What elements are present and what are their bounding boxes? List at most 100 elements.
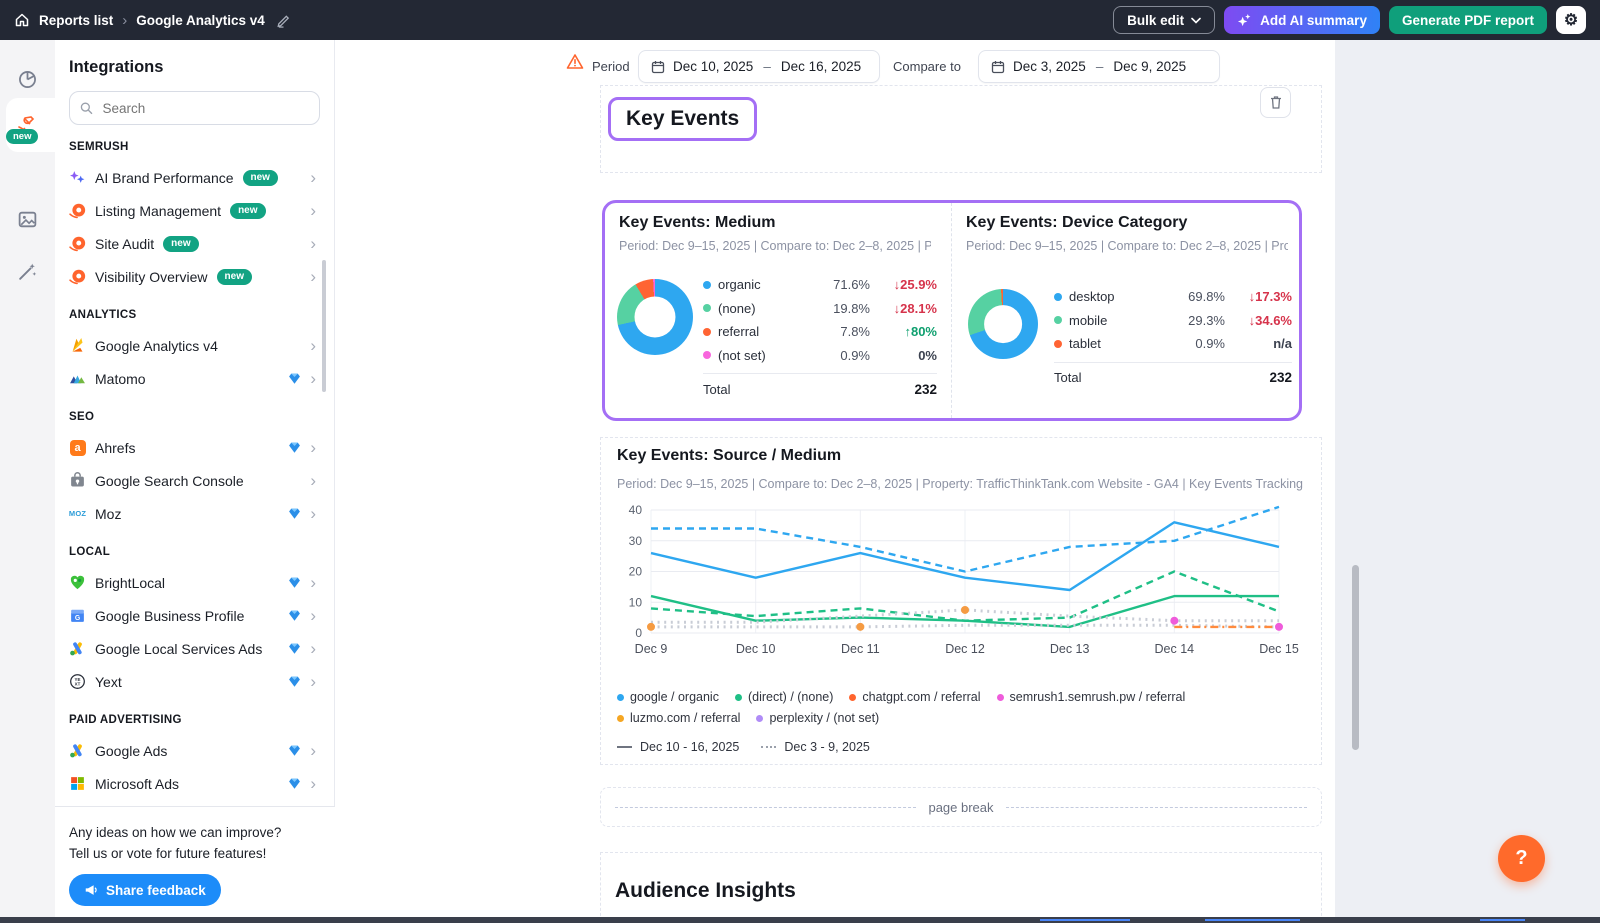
chevron-right-icon: ›	[310, 505, 316, 522]
legend-change: n/a	[1232, 336, 1292, 351]
rail-item-magic-tools[interactable]	[0, 248, 55, 294]
ahrefs-icon: a	[69, 439, 86, 456]
period-date-range-picker[interactable]: Dec 10, 2025 – Dec 16, 2025	[638, 50, 880, 83]
sidebar-item-google-search-console[interactable]: Google Search Console›	[69, 464, 320, 497]
svg-text:Dec 10: Dec 10	[736, 642, 776, 656]
section-title-block[interactable]: Key Events	[600, 85, 1322, 173]
legend-value: 29.3%	[1173, 313, 1225, 328]
audience-insights-block[interactable]: Audience Insights	[600, 852, 1322, 923]
legend-value: 19.8%	[818, 301, 870, 316]
chevron-right-icon: ›	[310, 742, 316, 759]
legend-dot	[617, 715, 624, 722]
donut-legend-row-desktop: desktop69.8%↓17.3%	[1054, 285, 1292, 309]
period-from: Dec 10, 2025	[673, 59, 753, 74]
brightlocal-icon	[69, 574, 86, 591]
right-gutter	[1335, 40, 1600, 923]
new-badge: new	[243, 170, 278, 186]
google-ads-icon	[69, 640, 86, 657]
legend-dot	[997, 694, 1004, 701]
rail-item-reports[interactable]	[0, 56, 55, 102]
compare-date-range-picker[interactable]: Dec 3, 2025 – Dec 9, 2025	[978, 50, 1220, 83]
donut-legend-row-mobile: mobile29.3%↓34.6%	[1054, 309, 1292, 333]
page-break-line	[1006, 807, 1307, 808]
svg-text:30: 30	[629, 534, 643, 548]
sidebar-item-label: Matomo	[95, 371, 146, 387]
breadcrumb-report-name[interactable]: Google Analytics v4	[136, 13, 265, 28]
settings-button[interactable]: ⚙	[1556, 6, 1586, 34]
sidebar-item-yext[interactable]: YEXTYext›	[69, 665, 320, 698]
semrush-icon	[69, 268, 86, 285]
sidebar-item-brightlocal[interactable]: BrightLocal›	[69, 566, 320, 599]
generate-pdf-button[interactable]: Generate PDF report	[1389, 6, 1547, 34]
sidebar-scrollbar[interactable]	[322, 260, 326, 392]
search-input[interactable]	[101, 100, 310, 117]
sidebar-section-header-semrush: SEMRUSH	[69, 139, 320, 155]
compare-to: Dec 9, 2025	[1113, 59, 1186, 74]
gbp-icon: G	[69, 607, 86, 624]
legend-label: luzmo.com / referral	[630, 711, 740, 725]
svg-text:10: 10	[629, 595, 643, 609]
sidebar-item-google-ads[interactable]: Google Ads›	[69, 734, 320, 767]
widget-key-events-device[interactable]: Key Events: Device Category Period: Dec …	[951, 203, 1299, 418]
period-to: Dec 16, 2025	[781, 59, 861, 74]
period-legend: Dec 10 - 16, 2025Dec 3 - 9, 2025	[617, 740, 870, 754]
legend-label: google / organic	[630, 690, 719, 704]
donut-legend-row-tablet: tablet0.9%n/a	[1054, 332, 1292, 356]
legend-dot	[735, 694, 742, 701]
breadcrumb-reports-list[interactable]: Reports list	[39, 13, 113, 28]
selected-widgets-group[interactable]: Key Events: Medium Period: Dec 9–15, 202…	[602, 200, 1302, 421]
svg-text:XT: XT	[75, 682, 81, 687]
legend-value: 0.9%	[1173, 336, 1225, 351]
help-button[interactable]: ?	[1498, 835, 1545, 882]
chevron-right-icon: ›	[310, 607, 316, 624]
widget-key-events-medium[interactable]: Key Events: Medium Period: Dec 9–15, 202…	[605, 203, 951, 418]
rail-item-images[interactable]	[0, 196, 55, 242]
sidebar-title: Integrations	[69, 58, 320, 77]
page-break-block[interactable]: page break	[600, 787, 1322, 827]
legend-label: organic	[718, 277, 811, 292]
chevron-right-icon: ›	[310, 235, 316, 252]
chevron-right-icon: ›	[310, 337, 316, 354]
feedback-panel: Any ideas on how we can improve? Tell us…	[55, 806, 335, 923]
sidebar-item-google-local-services-ads[interactable]: Google Local Services Ads›	[69, 632, 320, 665]
svg-text:Dec 15: Dec 15	[1259, 642, 1299, 656]
ga4-icon	[69, 337, 86, 354]
dotted-line-sample	[761, 746, 776, 748]
sidebar-item-site-audit[interactable]: Site Auditnew›	[69, 227, 320, 260]
sidebar-item-google-analytics-v4[interactable]: Google Analytics v4›	[69, 329, 320, 362]
widget-key-events-source-medium[interactable]: Key Events: Source / Medium Period: Dec …	[600, 437, 1322, 765]
main-scrollbar[interactable]	[1352, 565, 1359, 750]
compare-range-separator: –	[1096, 59, 1104, 74]
feedback-line2: Tell us or vote for future features!	[69, 843, 321, 864]
bulk-edit-button[interactable]: Bulk edit	[1113, 6, 1215, 34]
widget-subtitle: Period: Dec 9–15, 2025 | Compare to: Dec…	[617, 477, 1307, 491]
add-ai-summary-button[interactable]: Add AI summary	[1224, 6, 1380, 34]
sidebar-item-ahrefs[interactable]: aAhrefs›	[69, 431, 320, 464]
svg-text:Dec 9: Dec 9	[635, 642, 668, 656]
search-box[interactable]	[69, 91, 320, 125]
sidebar-item-label: Yext	[95, 674, 122, 690]
sidebar-item-listing-management[interactable]: Listing Managementnew›	[69, 194, 320, 227]
legend-dot	[1054, 340, 1062, 348]
feedback-line1: Any ideas on how we can improve?	[69, 822, 321, 843]
home-icon[interactable]	[14, 12, 30, 28]
sidebar-item-moz[interactable]: MOZMoz›	[69, 497, 320, 530]
section-title-selected[interactable]: Key Events	[608, 97, 757, 141]
chevron-right-icon: ›	[310, 202, 316, 219]
total-value: 232	[914, 382, 937, 397]
legend-label: desktop	[1069, 289, 1166, 304]
premium-diamond-icon	[288, 675, 301, 688]
calendar-icon	[651, 60, 665, 74]
svg-text:20: 20	[629, 565, 643, 579]
sidebar-item-matomo[interactable]: Matomo›	[69, 362, 320, 395]
sidebar-item-visibility-overview[interactable]: Visibility Overviewnew›	[69, 260, 320, 293]
widget-subtitle: Period: Dec 9–15, 2025 | Compare to: Dec…	[966, 239, 1288, 253]
sidebar-item-microsoft-ads[interactable]: Microsoft Ads›	[69, 767, 320, 800]
legend-label: semrush1.semrush.pw / referral	[1010, 690, 1186, 704]
chevron-right-icon: ›	[310, 640, 316, 657]
sidebar-item-google-business-profile[interactable]: GGoogle Business Profile›	[69, 599, 320, 632]
sidebar-item-ai-brand-performance[interactable]: AI Brand Performancenew›	[69, 161, 320, 194]
edit-report-name-icon[interactable]	[276, 13, 291, 28]
share-feedback-button[interactable]: Share feedback	[69, 874, 221, 906]
delete-section-button[interactable]	[1260, 87, 1291, 118]
